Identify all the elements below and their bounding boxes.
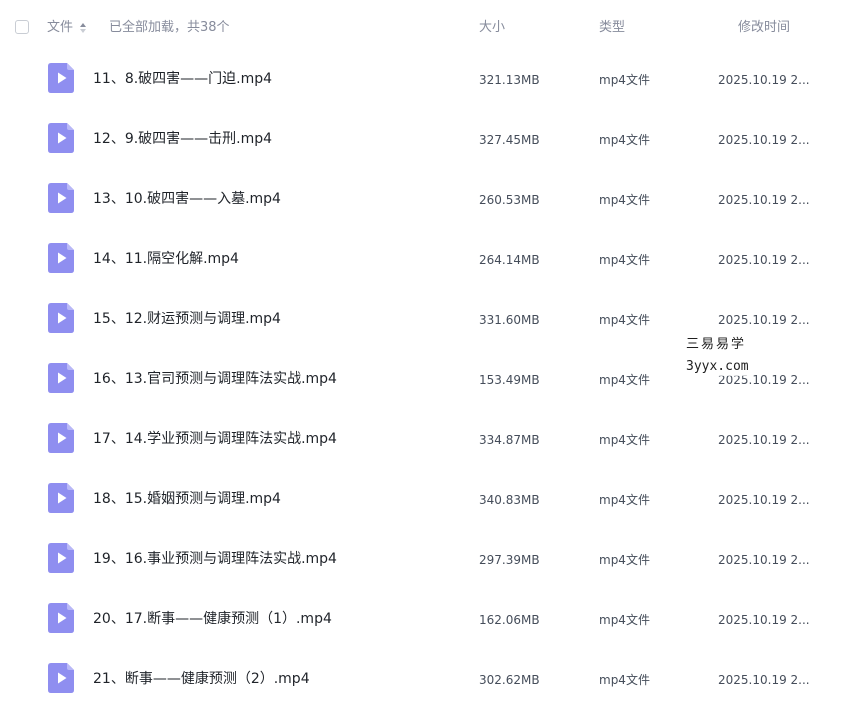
video-file-icon [48,363,74,393]
video-file-icon [48,183,74,213]
file-modified-time: 2025.10.19 2... [718,313,810,327]
file-type: mp4文件 [599,133,650,147]
file-name[interactable]: 12、9.破四害——击刑.mp4 [93,131,272,147]
file-size: 302.62MB [479,673,540,687]
file-type: mp4文件 [599,433,650,447]
file-modified-time: 2025.10.19 2... [718,253,810,267]
column-header-modified-time[interactable]: 修改时间 [738,20,790,36]
file-size: 153.49MB [479,373,540,387]
watermark: 三易易学 3yyx.com [686,336,749,376]
column-header-size[interactable]: 大小 [479,20,505,36]
file-list-page: 文件 已全部加载，共38个 大小 类型 修改时间 11、8.破四害——门迫.mp… [0,0,845,711]
watermark-url: 3yyx.com [686,359,749,374]
file-size: 260.53MB [479,193,540,207]
file-type: mp4文件 [599,553,650,567]
file-row[interactable]: 14、11.隔空化解.mp4 264.14MB mp4文件 2025.10.19 2.… [0,234,845,294]
video-file-icon [48,663,74,693]
loaded-count-text: 已全部加载，共38个 [109,20,230,35]
column-header-name[interactable]: 文件 [47,20,73,36]
file-list-header: 文件 已全部加载，共38个 大小 类型 修改时间 [0,0,845,56]
video-file-icon [48,483,74,513]
file-modified-time: 2025.10.19 2... [718,673,810,687]
file-row[interactable]: 20、17.断事——健康预测（1）.mp4 162.06MB mp4文件 2025.1… [0,594,845,654]
file-name[interactable]: 17、14.学业预测与调理阵法实战.mp4 [93,431,337,447]
video-file-icon [48,123,74,153]
video-file-icon [48,63,74,93]
file-type: mp4文件 [599,313,650,327]
file-type: mp4文件 [599,613,650,627]
file-size: 340.83MB [479,493,540,507]
video-file-icon [48,243,74,273]
file-type: mp4文件 [599,373,650,387]
file-modified-time: 2025.10.19 2... [718,613,810,627]
file-size: 297.39MB [479,553,540,567]
file-name[interactable]: 13、10.破四害——入墓.mp4 [93,191,281,207]
file-row[interactable]: 11、8.破四害——门迫.mp4 321.13MB mp4文件 2025.10.19 … [0,54,845,114]
file-size: 264.14MB [479,253,540,267]
file-modified-time: 2025.10.19 2... [718,73,810,87]
video-file-icon [48,303,74,333]
file-modified-time: 2025.10.19 2... [718,133,810,147]
file-row[interactable]: 13、10.破四害——入墓.mp4 260.53MB mp4文件 2025.10.19… [0,174,845,234]
sort-arrows-icon[interactable] [79,21,87,35]
file-type: mp4文件 [599,253,650,267]
file-size: 321.13MB [479,73,540,87]
file-name[interactable]: 11、8.破四害——门迫.mp4 [93,71,272,87]
column-header-type[interactable]: 类型 [599,20,625,36]
watermark-title: 三易易学 [686,337,747,352]
file-type: mp4文件 [599,493,650,507]
file-modified-time: 2025.10.19 2... [718,433,810,447]
file-size: 162.06MB [479,613,540,627]
file-type: mp4文件 [599,673,650,687]
file-name[interactable]: 21、断事——健康预测（2）.mp4 [93,671,310,687]
select-all-checkbox[interactable] [15,20,29,34]
file-row[interactable]: 12、9.破四害——击刑.mp4 327.45MB mp4文件 2025.10.19 … [0,114,845,174]
video-file-icon [48,603,74,633]
file-row[interactable]: 18、15.婚姻预测与调理.mp4 340.83MB mp4文件 2025.10.19… [0,474,845,534]
file-size: 327.45MB [479,133,540,147]
file-name[interactable]: 20、17.断事——健康预测（1）.mp4 [93,611,332,627]
file-row[interactable]: 19、16.事业预测与调理阵法实战.mp4 297.39MB mp4文件 2025.1… [0,534,845,594]
video-file-icon [48,423,74,453]
file-type: mp4文件 [599,73,650,87]
file-name[interactable]: 15、12.财运预测与调理.mp4 [93,311,281,327]
file-modified-time: 2025.10.19 2... [718,553,810,567]
file-name[interactable]: 18、15.婚姻预测与调理.mp4 [93,491,281,507]
video-file-icon [48,543,74,573]
file-modified-time: 2025.10.19 2... [718,493,810,507]
file-size: 334.87MB [479,433,540,447]
file-modified-time: 2025.10.19 2... [718,193,810,207]
file-name[interactable]: 16、13.官司预测与调理阵法实战.mp4 [93,371,337,387]
file-row[interactable]: 17、14.学业预测与调理阵法实战.mp4 334.87MB mp4文件 2025.1… [0,414,845,474]
file-name[interactable]: 19、16.事业预测与调理阵法实战.mp4 [93,551,337,567]
file-size: 331.60MB [479,313,540,327]
file-row[interactable]: 21、断事——健康预测（2）.mp4 302.62MB mp4文件 2025.10.1… [0,654,845,711]
file-type: mp4文件 [599,193,650,207]
file-name[interactable]: 14、11.隔空化解.mp4 [93,251,239,267]
